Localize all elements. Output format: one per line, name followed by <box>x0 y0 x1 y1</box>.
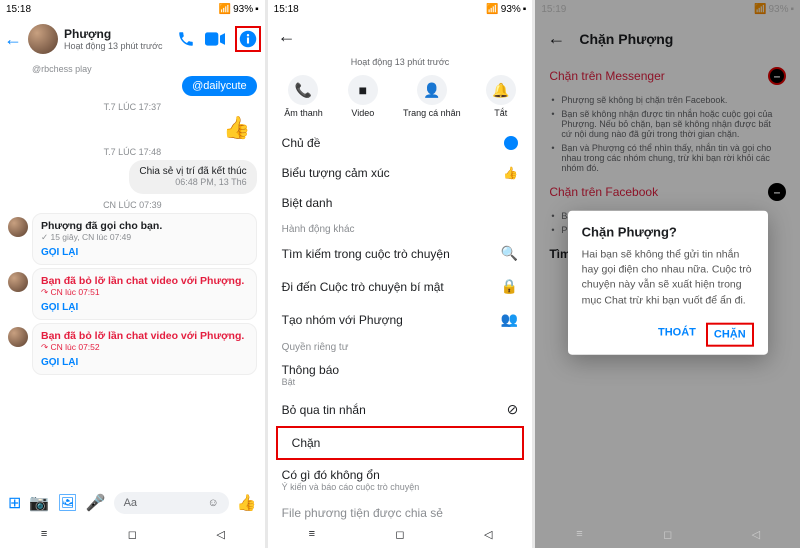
cancel-button[interactable]: THOÁT <box>652 323 702 347</box>
missed-card[interactable]: Bạn đã bỏ lỡ lần chat video với Phượng. … <box>32 323 257 375</box>
search-icon: 🔍 <box>501 245 518 262</box>
section-privacy: Quyền riêng tư <box>268 336 533 355</box>
row-nickname[interactable]: Biệt danh <box>268 188 533 218</box>
row-theme[interactable]: Chủ đề <box>268 128 533 158</box>
clock: 15:18 <box>6 4 31 15</box>
back-icon[interactable]: ← <box>4 29 22 50</box>
status-bar: 15:18 📶93%▪ <box>0 0 265 18</box>
contact-name: Phượng <box>64 27 163 41</box>
thumb-icon: 👍 <box>503 166 518 180</box>
apps-icon[interactable]: ⊞ <box>8 493 21 513</box>
row-notifications[interactable]: Thông báo <box>268 355 533 377</box>
back-nav-icon[interactable]: ◁ <box>747 525 765 543</box>
back-icon[interactable]: ← <box>278 26 296 47</box>
title-block: Hoạt động 13 phút trước <box>268 57 533 67</box>
block-button[interactable]: CHẶN <box>706 323 754 347</box>
recents-icon[interactable]: ≡ <box>570 525 588 543</box>
home-icon[interactable]: ◻ <box>659 525 677 543</box>
callback-button[interactable]: GỌI LẠI <box>41 357 248 368</box>
video-action[interactable]: ■Video <box>348 75 378 118</box>
status-bar: 15:18 📶93%▪ <box>268 0 533 18</box>
confirm-dialog: Chặn Phượng? Hai bạn sẽ không thể gửi ti… <box>568 211 768 355</box>
theme-dot-icon <box>504 136 518 150</box>
avatar-small <box>8 327 28 347</box>
call-icon[interactable] <box>177 30 195 48</box>
dialog-body: Hai bạn sẽ không thể gửi tin nhắn hay gọ… <box>582 248 754 309</box>
section-other: Hành động khác <box>268 218 533 237</box>
message-input[interactable]: Aa ☺ <box>114 492 229 514</box>
header: ← <box>268 18 533 55</box>
row-group[interactable]: Tạo nhóm với Phượng👥 <box>268 303 533 336</box>
status-icons: 📶93%▪ <box>219 4 259 15</box>
notif-sub: Bật <box>268 377 533 393</box>
location-ended: Chia sẻ vị trí đã kết thúc 06:48 PM, 13 … <box>129 160 256 194</box>
camera-icon[interactable]: 📷 <box>29 493 49 513</box>
row-ignore[interactable]: Bỏ qua tin nhắn⊘ <box>268 393 533 426</box>
info-icon[interactable] <box>235 26 261 52</box>
profile-action[interactable]: 👤Trang cá nhân <box>403 75 461 118</box>
avatar[interactable] <box>28 24 58 54</box>
timestamp: T.7 LÚC 17:48 <box>8 147 257 157</box>
lock-icon: 🔒 <box>501 278 518 295</box>
android-navbar: ≡ ◻ ◁ <box>535 520 800 548</box>
timestamp: CN LÚC 07:39 <box>8 200 257 210</box>
header-title-block[interactable]: Phượng Hoạt động 13 phút trước <box>64 27 163 51</box>
chat-header: ← Phượng Hoạt động 13 phút trước <box>0 18 265 60</box>
group-icon: 👥 <box>501 311 518 328</box>
quick-actions: 📞Âm thanh ■Video 👤Trang cá nhân 🔔Tắt <box>268 67 533 128</box>
row-emoji[interactable]: Biểu tượng cảm xúc👍 <box>268 158 533 188</box>
like-icon[interactable]: 👍 <box>237 493 257 513</box>
composer: ⊞ 📷 🖼 🎤 Aa ☺ 👍 <box>0 486 265 520</box>
settings-list: Chủ đề Biểu tượng cảm xúc👍 Biệt danh Hàn… <box>268 128 533 520</box>
row-report[interactable]: Có gì đó không ổn <box>268 460 533 482</box>
activity-status: Hoạt động 13 phút trước <box>64 41 163 51</box>
dialog-title: Chặn Phượng? <box>582 225 754 240</box>
home-icon[interactable]: ◻ <box>391 525 409 543</box>
recents-icon[interactable]: ≡ <box>35 525 53 543</box>
android-navbar: ≡ ◻ ◁ <box>0 520 265 548</box>
emoji-icon[interactable]: ☺ <box>208 497 219 509</box>
thumb-icon: 👍 <box>14 115 251 141</box>
old-chip: @rbchess play <box>32 64 257 74</box>
row-search[interactable]: Tìm kiếm trong cuộc trò chuyện🔍 <box>268 237 533 270</box>
row-files[interactable]: File phương tiện được chia sẻ <box>268 498 533 520</box>
clock: 15:18 <box>274 4 299 15</box>
avatar-small <box>8 272 28 292</box>
callback-button[interactable]: GỌI LẠI <box>41 302 248 313</box>
mention-chip[interactable]: @dailycute <box>182 76 257 96</box>
row-block[interactable]: Chặn <box>276 426 525 460</box>
back-nav-icon[interactable]: ◁ <box>212 525 230 543</box>
android-navbar: ≡ ◻ ◁ <box>268 520 533 548</box>
timestamp: T.7 LÚC 17:37 <box>8 102 257 112</box>
video-call-icon[interactable] <box>205 32 225 46</box>
screen-chat-settings: 15:18 📶93%▪ ← Hoạt động 13 phút trước 📞Â… <box>268 0 533 548</box>
back-nav-icon[interactable]: ◁ <box>479 525 497 543</box>
home-icon[interactable]: ◻ <box>123 525 141 543</box>
report-sub: Ý kiến và báo cáo cuộc trò chuyện <box>268 482 533 498</box>
ignore-icon: ⊘ <box>507 401 519 418</box>
activity-status: Hoạt động 13 phút trước <box>268 57 533 67</box>
screen-messenger-chat: 15:18 📶93%▪ ← Phượng Hoạt động 13 phút t… <box>0 0 265 548</box>
screen-block: 15:19 📶93%▪ ← Chặn Phượng Chặn trên Mess… <box>535 0 800 548</box>
chat-body: @rbchess play @dailycute T.7 LÚC 17:37 👍… <box>0 60 265 486</box>
callback-button[interactable]: GỌI LẠI <box>41 247 248 258</box>
row-secret[interactable]: Đi đến Cuộc trò chuyện bí mật🔒 <box>268 270 533 303</box>
missed-card[interactable]: Bạn đã bỏ lỡ lần chat video với Phượng. … <box>32 268 257 320</box>
mute-action[interactable]: 🔔Tắt <box>486 75 516 118</box>
call-card[interactable]: Phượng đã gọi cho bạn. ✓ 15 giây, CN lúc… <box>32 213 257 265</box>
audio-action[interactable]: 📞Âm thanh <box>284 75 323 118</box>
recents-icon[interactable]: ≡ <box>303 525 321 543</box>
mic-icon[interactable]: 🎤 <box>86 493 106 513</box>
avatar-small <box>8 217 28 237</box>
gallery-icon[interactable]: 🖼 <box>57 493 77 513</box>
